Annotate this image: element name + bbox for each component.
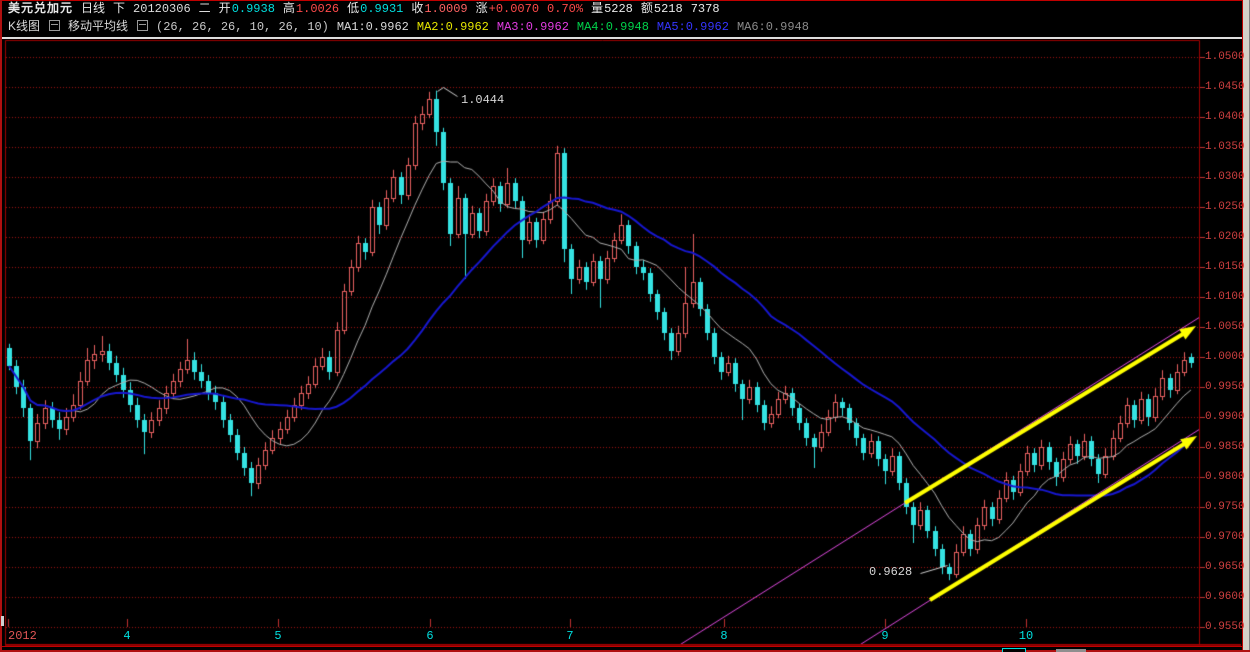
- quote-bar-segment: 二: [198, 1, 211, 15]
- time-axis-label-5: 5: [274, 629, 282, 643]
- price-axis-label: 1.0000: [1205, 351, 1245, 363]
- indicator-bar-segment: MA4:0.9948: [576, 20, 649, 34]
- indicator-bar-segment: MA1:0.9962: [336, 20, 409, 34]
- price-axis-label: 0.9950: [1205, 381, 1245, 393]
- quote-bar-segment: 5218: [653, 2, 683, 16]
- indicator-bar-segment: (26, 26, 26, 10, 26, 10): [156, 20, 329, 34]
- price-axis-label: 0.9650: [1205, 561, 1245, 573]
- quote-bar-segment: 量: [591, 1, 604, 15]
- quote-bar: 美元兑加元 日线下 20120306 二开0.9938 高1.0026 低0.9931 收1…: [8, 1, 728, 16]
- price-axis-label: 1.0400: [1205, 111, 1245, 123]
- quote-bar-segment: 低: [347, 1, 360, 15]
- quote-bar-segment: 收: [411, 1, 424, 15]
- panel-separator: [0, 37, 1242, 39]
- quote-bar-segment: 日线: [81, 1, 106, 15]
- quote-bar-segment: 0.9938: [231, 2, 275, 16]
- price-axis-label: 1.0450: [1205, 81, 1245, 93]
- quote-bar-segment: 7378: [690, 2, 720, 16]
- price-axis-label: 0.9550: [1205, 621, 1245, 633]
- quote-bar-segment: 1.0009: [424, 2, 468, 16]
- price-axis-label: 1.0100: [1205, 291, 1245, 303]
- quote-bar-segment: 高: [282, 1, 295, 15]
- quote-bar-segment: 美元兑加元: [8, 1, 74, 15]
- quote-bar-segment: 开: [218, 1, 231, 15]
- indicator-bar: K线图 移动平均线 (26, 26, 26, 10, 26, 10) MA1:0.99…: [8, 18, 817, 34]
- indicator-bar-segment: MA5:0.9962: [656, 20, 729, 34]
- price-axis-label: 1.0150: [1205, 261, 1245, 273]
- quote-bar-segment: +0.0070: [488, 2, 540, 16]
- price-axis-label: 1.0300: [1205, 171, 1245, 183]
- annotation-low-value: 0.9628: [869, 565, 913, 579]
- quote-bar-segment: 0.9931: [360, 2, 404, 16]
- price-axis-label: 0.9600: [1205, 591, 1245, 603]
- time-axis-label-4: 4: [123, 629, 131, 643]
- price-axis-label: 1.0350: [1205, 141, 1245, 153]
- window-border-left: [0, 0, 2, 652]
- candlestick-chart-canvas[interactable]: [0, 0, 1250, 652]
- price-axis-label: 1.0250: [1205, 201, 1245, 213]
- indicator-bar-segment: MA3:0.9962: [496, 20, 569, 34]
- chart-window: 美元兑加元 日线下 20120306 二开0.9938 高1.0026 低0.9931 收1…: [0, 0, 1250, 652]
- next-pane-icon-fragment: [1002, 648, 1026, 652]
- quote-bar-segment: 5228: [604, 2, 633, 16]
- price-axis-label: 0.9700: [1205, 531, 1245, 543]
- quote-bar-segment: 下: [113, 1, 126, 15]
- price-axis-label: 0.9850: [1205, 441, 1245, 453]
- time-axis-label-2012: 2012: [8, 629, 37, 643]
- quote-bar-segment: 0.70%: [547, 2, 584, 16]
- price-axis-label: 0.9750: [1205, 501, 1245, 513]
- indicator-bar-segment: K线图: [8, 19, 41, 33]
- bottom-left-edge-sliver: [1, 616, 4, 626]
- indicator-bar-segment: MA6:0.9948: [736, 20, 809, 34]
- quote-bar-segment: 额: [640, 1, 653, 15]
- time-axis-label-7: 7: [566, 629, 574, 643]
- plot-bottom-border: [2, 646, 1242, 647]
- time-axis-label-6: 6: [426, 629, 434, 643]
- price-axis-label: 0.9800: [1205, 471, 1245, 483]
- annotation-high-value: 1.0444: [461, 93, 505, 107]
- time-axis-label-10: 10: [1018, 629, 1034, 643]
- price-axis-label: 1.0200: [1205, 231, 1245, 243]
- quote-bar-segment: 20120306: [133, 2, 191, 16]
- quote-bar-segment: 涨: [475, 1, 488, 15]
- time-axis-label-9: 9: [881, 629, 889, 643]
- collapse-box-icon[interactable]: [137, 20, 149, 31]
- time-axis-label-8: 8: [720, 629, 728, 643]
- price-axis-label: 1.0050: [1205, 321, 1245, 333]
- quote-bar-segment: 1.0026: [295, 2, 340, 16]
- indicator-bar-segment: MA2:0.9962: [416, 20, 489, 34]
- indicator-bar-segment: 移动平均线: [68, 19, 129, 33]
- price-axis-label: 1.0500: [1205, 51, 1245, 63]
- collapse-box-icon[interactable]: [49, 20, 61, 31]
- price-axis-label: 0.9900: [1205, 411, 1245, 423]
